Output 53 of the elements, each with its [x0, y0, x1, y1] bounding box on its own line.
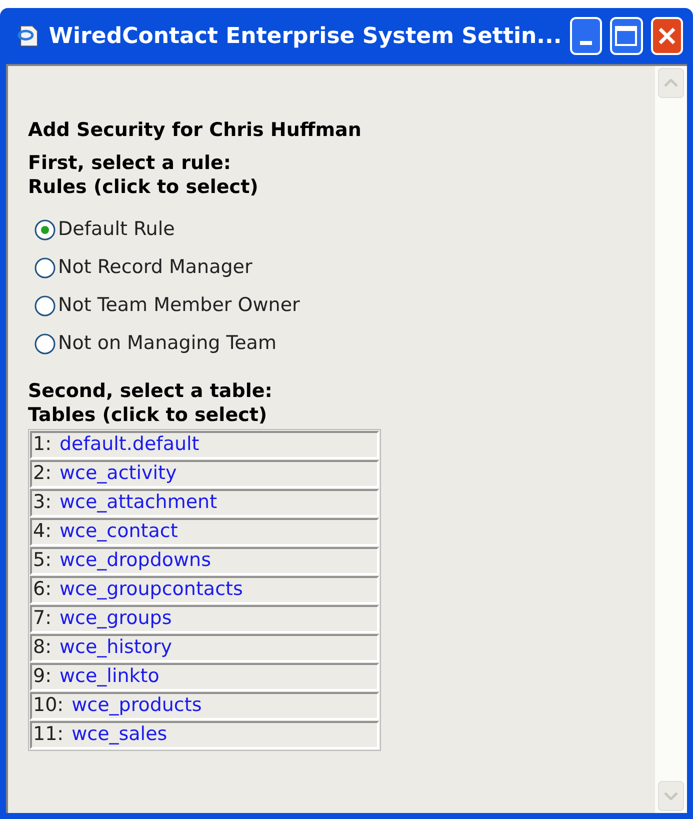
- row-number: 4:: [33, 519, 52, 544]
- table-row[interactable]: 1: default.default: [30, 430, 379, 458]
- radio-label[interactable]: Not Record Manager: [58, 253, 252, 282]
- table-link[interactable]: wce_linkto: [60, 662, 160, 691]
- maximize-icon: [615, 26, 638, 46]
- table-row[interactable]: 3: wce_attachment: [30, 488, 379, 516]
- row-number: 5:: [33, 548, 52, 574]
- table-row[interactable]: 2: wce_activity: [30, 460, 379, 488]
- table-row[interactable]: 9: wce_linkto: [30, 662, 379, 690]
- radio-button[interactable]: [34, 256, 56, 278]
- row-number: 2:: [33, 461, 52, 486]
- radio-button[interactable]: [34, 218, 56, 240]
- minimize-icon: [580, 41, 592, 45]
- table-row[interactable]: 6: wce_groupcontacts: [30, 576, 379, 604]
- table-link[interactable]: wce_contact: [60, 517, 178, 546]
- row-number: 9:: [33, 664, 52, 690]
- section-subtitle: Tables (click to select): [28, 402, 268, 426]
- row-number: 3:: [33, 490, 52, 516]
- table-link[interactable]: wce_history: [60, 633, 172, 662]
- table-link[interactable]: wce_dropdowns: [60, 546, 211, 575]
- section-subtitle: Rules (click to select): [28, 174, 260, 198]
- radio-label[interactable]: Not Team Member Owner: [58, 291, 300, 320]
- row-number: 10:: [33, 693, 64, 718]
- window-title: WiredContact Enterprise System Settin...: [48, 22, 562, 50]
- radio-label[interactable]: Default Rule: [58, 215, 175, 244]
- table-link[interactable]: wce_attachment: [60, 488, 218, 517]
- row-number: 6:: [33, 577, 52, 602]
- radio-button[interactable]: [34, 294, 56, 316]
- table-link[interactable]: wce_activity: [60, 459, 177, 488]
- row-number: 7:: [33, 606, 52, 632]
- table-link[interactable]: wce_products: [72, 691, 202, 720]
- section-title: Second, select a table:: [28, 378, 274, 402]
- table-row[interactable]: 10: wce_products: [30, 692, 379, 720]
- minimize-button[interactable]: [570, 17, 602, 55]
- maximize-button[interactable]: [610, 17, 643, 55]
- table-row[interactable]: 8: wce_history: [30, 634, 379, 662]
- page-heading: Add Security for Chris Huffman: [28, 118, 362, 143]
- close-button[interactable]: [650, 17, 684, 55]
- table-row[interactable]: 5: wce_dropdowns: [30, 546, 379, 574]
- row-number: 8:: [33, 635, 52, 660]
- row-number: 11:: [33, 722, 64, 748]
- radio-button[interactable]: [34, 332, 56, 354]
- table-link[interactable]: wce_sales: [72, 720, 168, 749]
- table-row[interactable]: 4: wce_contact: [30, 518, 379, 546]
- table-link[interactable]: default.default: [60, 430, 200, 459]
- table-link[interactable]: wce_groups: [60, 604, 172, 633]
- table-link[interactable]: wce_groupcontacts: [60, 575, 243, 604]
- table-row[interactable]: 11: wce_sales: [30, 720, 379, 748]
- radio-label[interactable]: Not on Managing Team: [58, 329, 276, 358]
- table-row[interactable]: 7: wce_groups: [30, 604, 379, 632]
- row-number: 1:: [33, 432, 52, 458]
- close-icon: [656, 26, 677, 46]
- section-title: First, select a rule:: [28, 150, 232, 174]
